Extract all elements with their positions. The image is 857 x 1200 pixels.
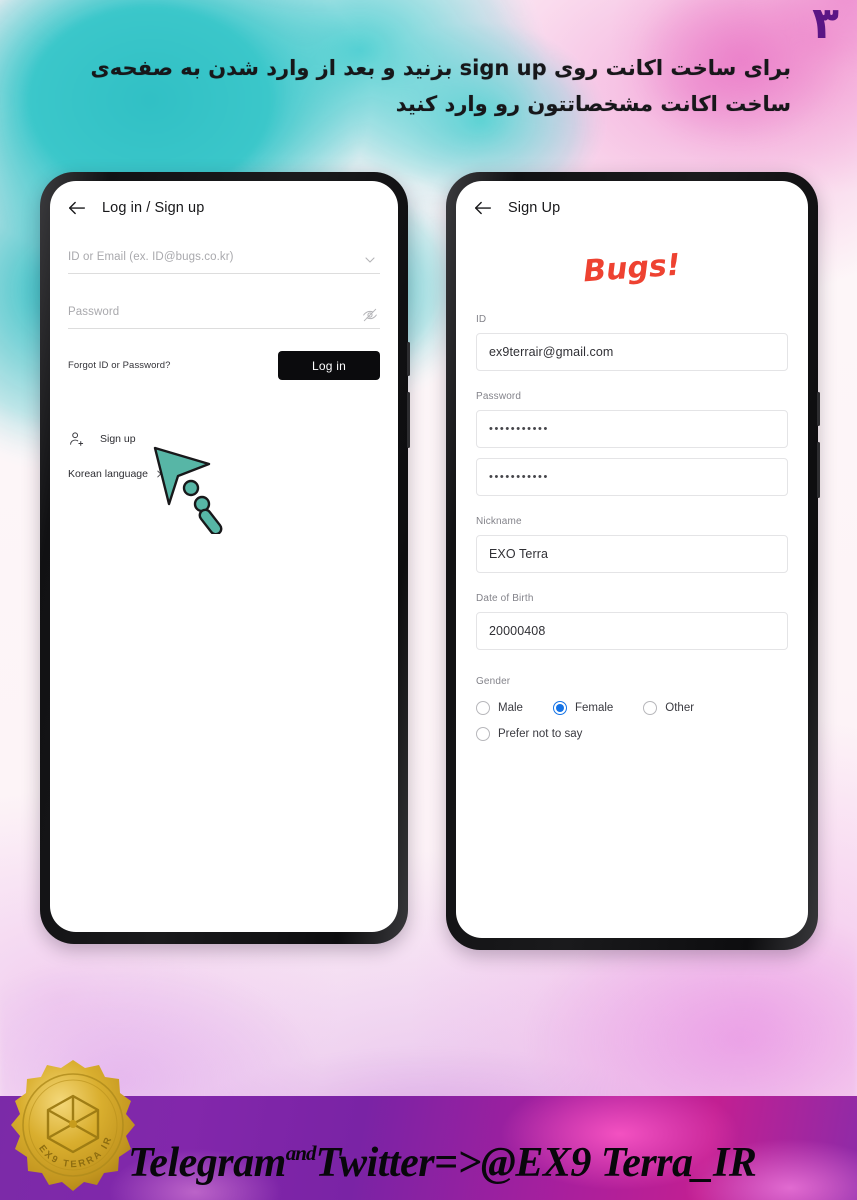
page-number: ۳	[812, 0, 839, 49]
password-placeholder: Password	[68, 306, 120, 318]
phone-volume-button[interactable]	[407, 392, 410, 448]
dob-field-label: Date of Birth	[476, 593, 534, 604]
caption-line-2: ساخت اکانت مشخصاتتون رو وارد کنید	[395, 92, 791, 116]
nickname-field-input[interactable]: EXO Terra	[476, 535, 788, 573]
phone-side-button[interactable]	[407, 342, 410, 376]
login-title: Log in / Sign up	[102, 200, 205, 216]
gender-options-row-2: Prefer not to say	[476, 727, 788, 741]
footer-part-1: Telegram	[128, 1140, 286, 1186]
signup-appbar: Sign Up	[456, 181, 808, 219]
signup-title: Sign Up	[508, 200, 561, 216]
gender-option-other[interactable]: Other	[643, 701, 694, 715]
footer-handle-text: TelegramandTwitter=>@EX9 Terra_IR	[128, 1142, 847, 1184]
login-form: ID or Email (ex. ID@bugs.co.kr) Password	[50, 247, 398, 480]
seal-center-dot	[69, 1120, 77, 1128]
gender-option-male-label: Male	[498, 702, 523, 714]
instruction-caption: برای ساخت اکانت روی sign up بزنید و بعد …	[0, 50, 857, 122]
gender-label: Gender	[476, 676, 511, 687]
id-field-input[interactable]: ex9terrair@gmail.com	[476, 333, 788, 371]
signup-screen: Sign Up Bugs! ID ex9terrair@gmail.com Pa…	[456, 181, 808, 938]
caption-line-1: برای ساخت اکانت روی sign up بزنید و بعد …	[90, 56, 791, 80]
back-arrow-icon[interactable]	[66, 197, 88, 219]
back-arrow-icon[interactable]	[472, 197, 494, 219]
id-or-email-placeholder: ID or Email (ex. ID@bugs.co.kr)	[68, 251, 234, 263]
gender-option-prefer-not-to-say[interactable]: Prefer not to say	[476, 727, 582, 741]
dob-field-value: 20000408	[489, 624, 546, 638]
login-appbar: Log in / Sign up	[50, 181, 398, 219]
bugs-logo: Bugs!	[476, 247, 788, 292]
sign-up-link-label: Sign up	[100, 433, 136, 445]
chevron-right-icon	[157, 470, 162, 478]
forgot-credentials-link[interactable]: Forgot ID or Password?	[68, 360, 171, 371]
password-confirm-field-value: •••••••••••	[489, 471, 549, 483]
bugs-logo-text: Bugs!	[582, 248, 681, 287]
radio-unchecked-icon[interactable]	[643, 701, 658, 715]
gender-options-row-1: Male Female Other	[476, 701, 788, 715]
gold-seal-logo: EX9 TERRA IR	[11, 1060, 135, 1191]
bugs-wordmark-icon: Bugs!	[582, 248, 681, 287]
radio-unchecked-icon[interactable]	[476, 727, 490, 741]
signup-form: Bugs! ID ex9terrair@gmail.com Password •…	[456, 247, 808, 741]
nickname-field-label: Nickname	[476, 516, 522, 527]
gender-option-male[interactable]: Male	[476, 701, 523, 715]
forgot-and-login-row: Forgot ID or Password? Log in	[68, 351, 380, 380]
poster-page: ۳ برای ساخت اکانت روی sign up بزنید و بع…	[0, 0, 857, 1200]
person-add-icon	[70, 432, 84, 446]
password-field-label: Password	[476, 391, 522, 402]
password-confirm-field-input[interactable]: •••••••••••	[476, 458, 788, 496]
password-field-input[interactable]: •••••••••••	[476, 410, 788, 448]
id-or-email-input[interactable]: ID or Email (ex. ID@bugs.co.kr)	[68, 247, 380, 274]
korean-language-label: Korean language	[68, 468, 148, 480]
gender-option-female[interactable]: Female	[552, 701, 614, 715]
gender-option-female-label: Female	[574, 702, 614, 714]
radio-checked-icon[interactable]	[552, 701, 567, 715]
korean-language-link-row[interactable]: Korean language	[68, 468, 380, 480]
radio-unchecked-icon[interactable]	[476, 701, 490, 715]
sign-up-link-row[interactable]: Sign up	[68, 430, 380, 448]
footer-superscript: and	[285, 1141, 317, 1165]
phone-volume-button[interactable]	[817, 442, 820, 498]
password-input[interactable]: Password	[68, 302, 380, 329]
gender-option-other-label: Other	[665, 702, 695, 714]
gender-option-prefer-not-to-say-label: Prefer not to say	[498, 728, 583, 740]
phone-mockup-signup: Sign Up Bugs! ID ex9terrair@gmail.com Pa…	[446, 172, 820, 950]
eye-off-icon[interactable]	[362, 307, 378, 323]
dob-field-input[interactable]: 20000408	[476, 612, 788, 650]
id-field-value: ex9terrair@gmail.com	[489, 345, 614, 359]
login-screen: Log in / Sign up ID or Email (ex. ID@bug…	[50, 181, 398, 932]
phone-side-button[interactable]	[817, 392, 820, 426]
nickname-field-value: EXO Terra	[489, 547, 549, 561]
phone-mockup-login: Log in / Sign up ID or Email (ex. ID@bug…	[40, 172, 410, 944]
footer-part-2: Twitter=>@EX9 Terra_IR	[315, 1140, 757, 1186]
log-in-button[interactable]: Log in	[278, 351, 380, 380]
id-field-label: ID	[476, 314, 487, 325]
chevron-down-icon[interactable]	[362, 252, 378, 268]
password-field-value: •••••••••••	[489, 423, 549, 435]
